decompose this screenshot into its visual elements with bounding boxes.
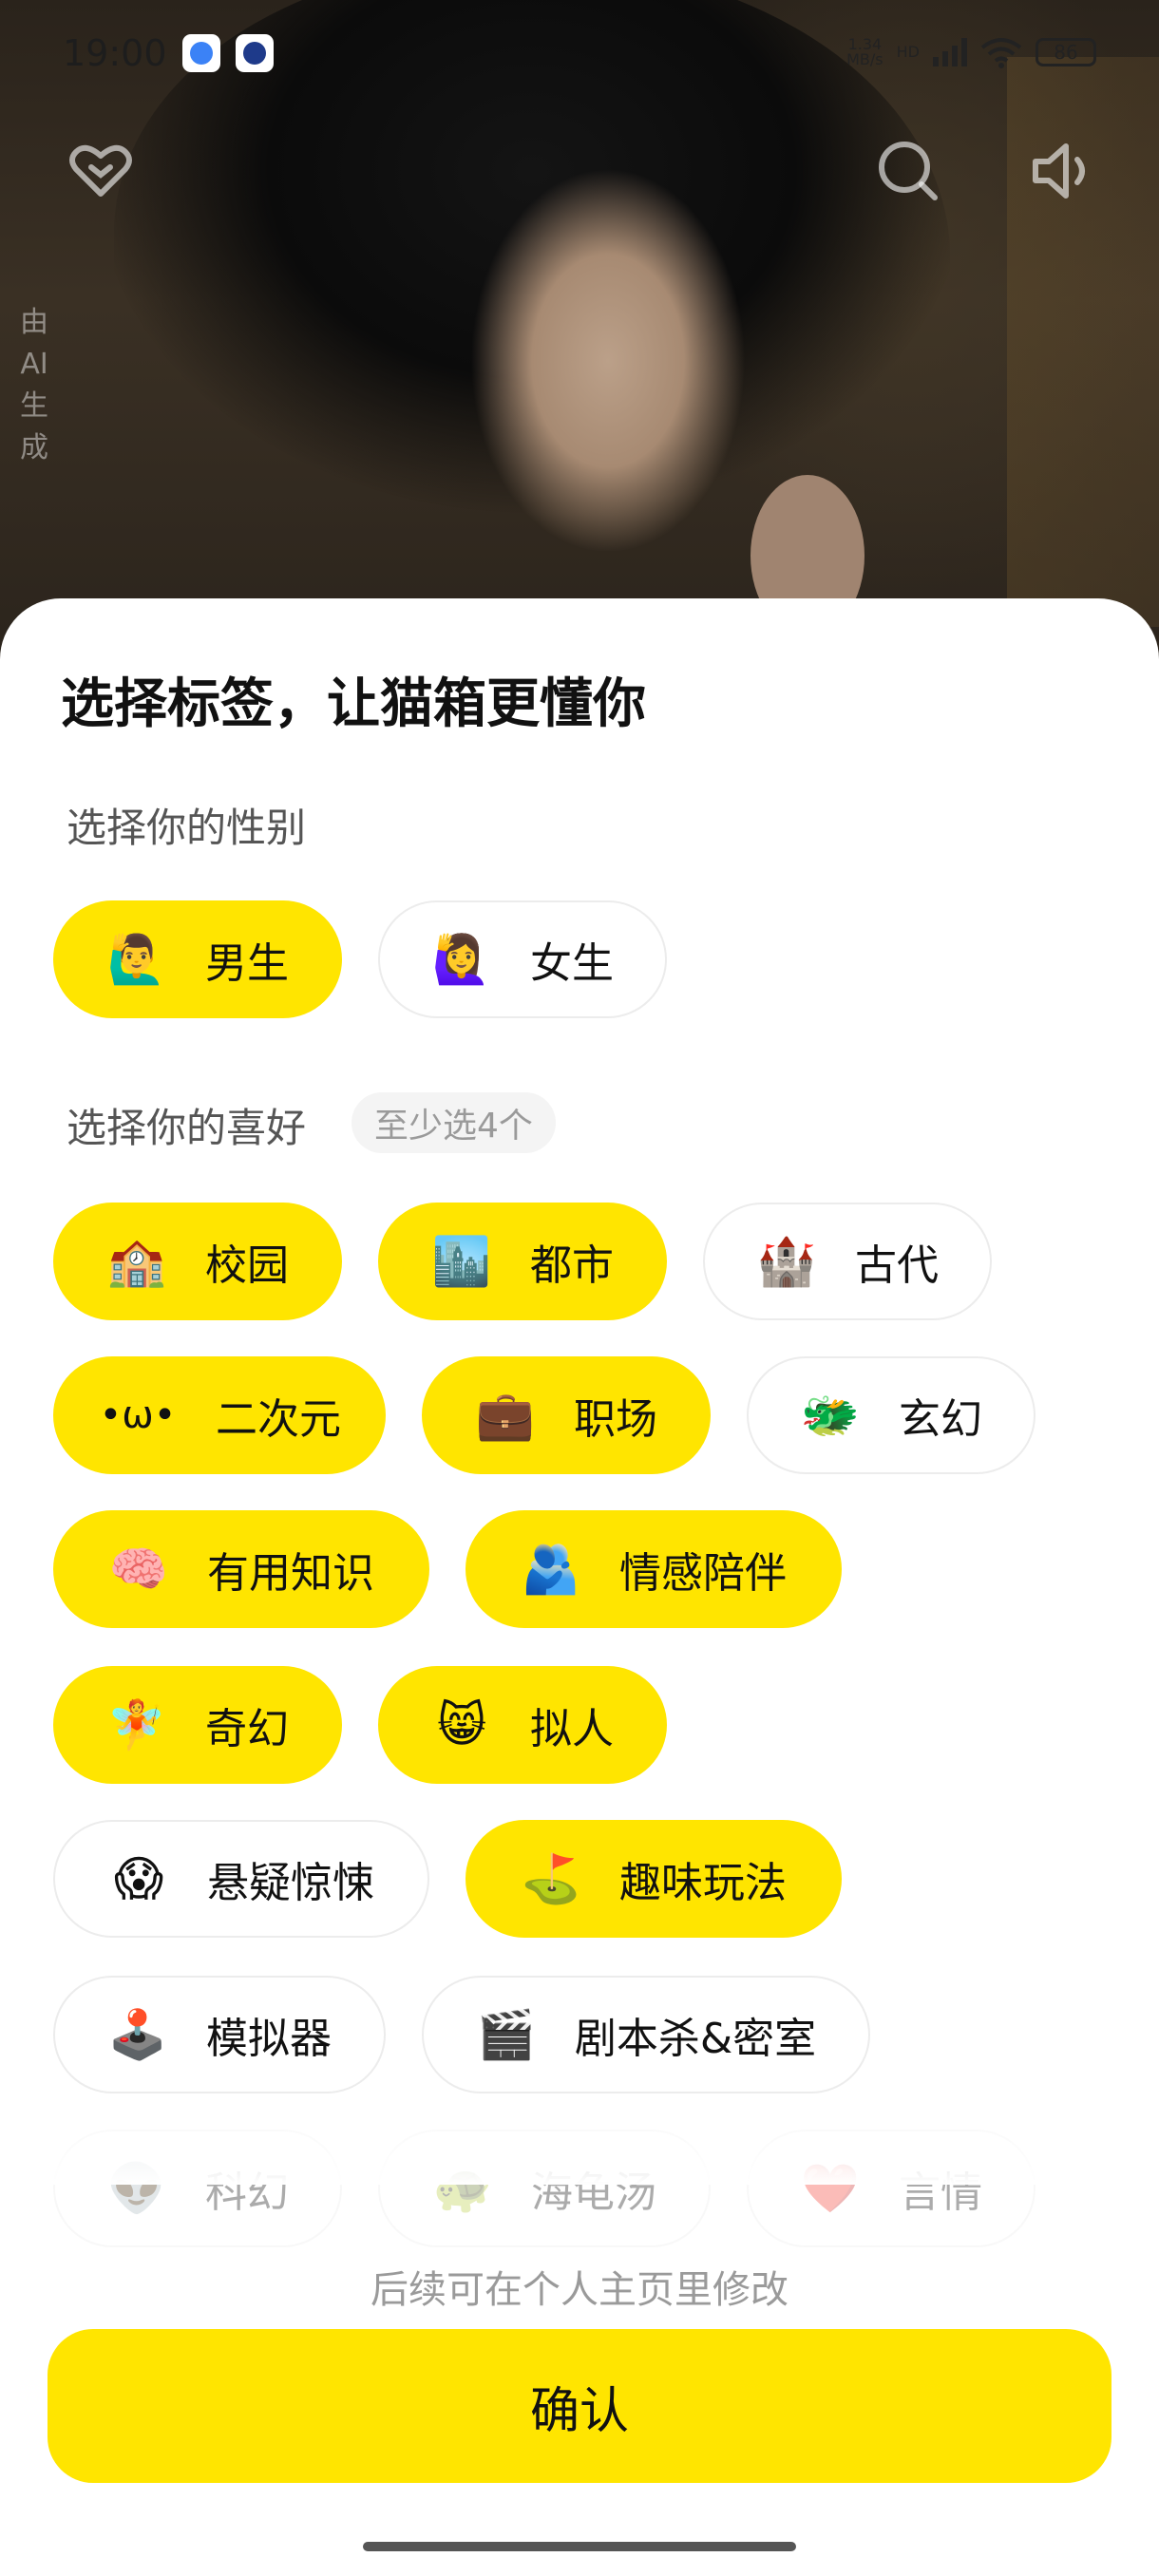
search-icon[interactable] <box>870 133 946 209</box>
tag-emoji-icon: 🏫 <box>106 1233 167 1289</box>
tag-label: 都市 <box>530 1241 614 1290</box>
speaker-icon[interactable] <box>1024 133 1100 209</box>
status-time: 19:00 <box>63 32 167 74</box>
gender-section-title: 选择你的性别 <box>66 805 307 851</box>
tag-emoji-icon: 🧚 <box>106 1696 167 1752</box>
tag-emoji-icon: 🧠 <box>108 1541 169 1597</box>
tag-chip[interactable]: 🧚 奇幻 <box>53 1666 342 1784</box>
network-type: HD <box>896 43 920 61</box>
tag-label: 校园 <box>205 1241 289 1290</box>
tag-emoji-icon: 🏙️ <box>431 1233 492 1289</box>
tag-chip[interactable]: 🏫 校园 <box>53 1203 342 1320</box>
sheet-title: 选择标签，让猫箱更懂你 <box>61 673 646 735</box>
tag-chip[interactable]: 🙋‍♀️ 女生 <box>378 900 667 1018</box>
tag-label: 古代 <box>855 1241 939 1290</box>
home-indicator[interactable] <box>363 2542 796 2551</box>
tag-chip[interactable]: 🫂 情感陪伴 <box>466 1510 842 1628</box>
tag-emoji-icon: ⛳ <box>521 1850 581 1906</box>
tag-chip[interactable]: 🐲 玄幻 <box>747 1356 1036 1474</box>
tag-chip[interactable]: 🏰 古代 <box>703 1203 992 1320</box>
signal-icon <box>933 38 967 66</box>
tag-chip[interactable]: ⛳ 趣味玩法 <box>466 1820 842 1938</box>
tag-chip[interactable]: 🕹️ 模拟器 <box>53 1976 386 2093</box>
tag-chip[interactable]: 😸 拟人 <box>378 1666 667 1784</box>
tag-emoji-icon: 🙋‍♂️ <box>106 931 167 987</box>
minimum-selection-hint: 至少选4个 <box>352 1092 556 1153</box>
tag-chip[interactable]: 😱 悬疑惊悚 <box>53 1820 429 1938</box>
tag-label: 拟人 <box>530 1705 614 1753</box>
notification-app-icon <box>182 34 220 72</box>
tag-emoji-icon: 🕹️ <box>107 2006 168 2062</box>
tag-chip[interactable]: 🙋‍♂️ 男生 <box>53 900 342 1018</box>
tag-emoji-icon: 💼 <box>475 1387 536 1443</box>
tag-emoji-icon: 🫂 <box>521 1541 581 1597</box>
tag-label: 情感陪伴 <box>619 1549 787 1598</box>
tag-label: 趣味玩法 <box>619 1859 787 1907</box>
tag-chip[interactable]: 🎬 剧本杀&密室 <box>422 1976 870 2093</box>
tag-chip[interactable]: 💼 职场 <box>422 1356 711 1474</box>
tag-chip[interactable]: 🏙️ 都市 <box>378 1203 667 1320</box>
notification-app-icon <box>236 34 274 72</box>
footer-note: 后续可在个人主页里修改 <box>370 2268 788 2312</box>
ai-generated-label: 由AI生成 <box>20 306 48 464</box>
tag-emoji-icon: 😸 <box>436 1697 487 1752</box>
tag-emoji-icon: 🎬 <box>476 2006 536 2062</box>
tag-label: 玄幻 <box>899 1395 982 1444</box>
tag-label: 职场 <box>574 1395 657 1444</box>
tag-emoji-icon: •ω• <box>99 1393 177 1437</box>
tag-chip[interactable]: 🧠 有用知识 <box>53 1510 429 1628</box>
tag-label: 悬疑惊悚 <box>207 1859 374 1907</box>
tag-label: 男生 <box>205 939 289 988</box>
battery-icon: 86 <box>1036 38 1096 66</box>
tag-emoji-icon: 🏰 <box>756 1233 817 1289</box>
tag-emoji-icon: 🙋‍♀️ <box>431 931 492 987</box>
tag-label: 奇幻 <box>205 1705 289 1753</box>
tag-label: 模拟器 <box>206 2015 332 2063</box>
confirm-button[interactable]: 确认 <box>48 2329 1112 2483</box>
status-bar: 19:00 1.34 MB/s HD 86 <box>0 0 1159 104</box>
wifi-icon <box>980 38 1022 68</box>
tag-emoji-icon: 😱 <box>113 1851 164 1906</box>
interest-section-title: 选择你的喜好 <box>66 1105 307 1151</box>
tag-label: 剧本杀&密室 <box>574 2015 817 2063</box>
tag-label: 有用知识 <box>207 1549 374 1598</box>
tag-chip[interactable]: •ω• 二次元 <box>53 1356 386 1474</box>
favorite-heart-icon[interactable] <box>63 133 139 209</box>
network-speed: 1.34 MB/s <box>846 35 884 68</box>
tag-selection-sheet: 选择标签，让猫箱更懂你 选择你的性别 🙋‍♂️ 男生 🙋‍♀️ 女生 选择你的喜好 至… <box>0 598 1159 2576</box>
system-indicators: 1.34 MB/s HD 86 <box>846 36 1096 68</box>
scroll-fade <box>0 2099 1159 2185</box>
tag-label: 女生 <box>530 939 614 988</box>
tag-emoji-icon: 🐲 <box>800 1387 861 1443</box>
tag-label: 二次元 <box>216 1395 341 1444</box>
